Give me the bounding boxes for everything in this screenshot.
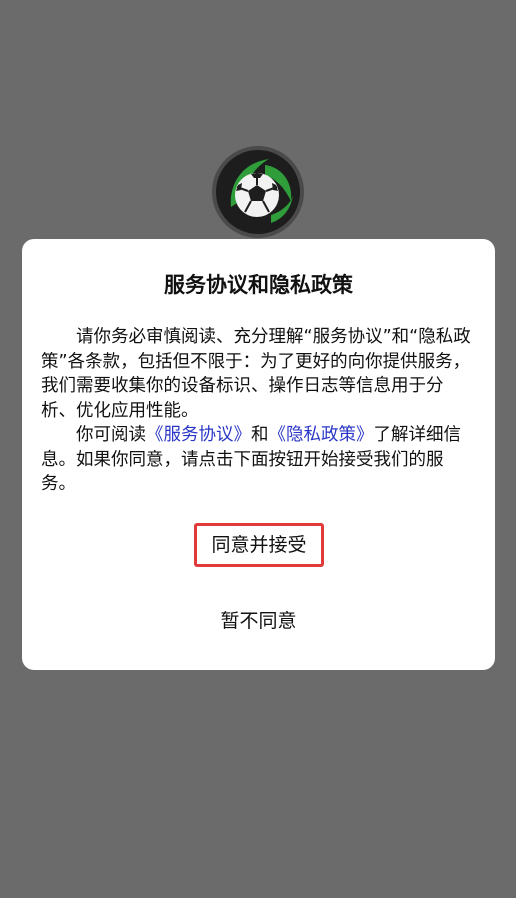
service-agreement-link[interactable]: 《服务协议》 bbox=[146, 425, 251, 445]
privacy-dialog: 服务协议和隐私政策 请你务必审慎阅读、充分理解“服务协议”和“隐私政策”各条款，… bbox=[22, 239, 495, 670]
privacy-policy-link[interactable]: 《隐私政策》 bbox=[269, 425, 374, 445]
soccer-ball-icon bbox=[212, 146, 304, 238]
app-logo bbox=[211, 145, 305, 239]
dialog-paragraph-2: 你可阅读《服务协议》和《隐私政策》了解详细信息。如果你同意，请点击下面按钮开始接… bbox=[41, 423, 477, 497]
paragraph-2-prefix: 你可阅读 bbox=[76, 425, 146, 445]
paragraph-2-middle: 和 bbox=[251, 425, 269, 445]
decline-button[interactable]: 暂不同意 bbox=[22, 603, 495, 639]
dialog-body: 请你务必审慎阅读、充分理解“服务协议”和“隐私政策”各条款，包括但不限于：为了更… bbox=[41, 325, 477, 497]
dialog-title: 服务协议和隐私政策 bbox=[164, 273, 353, 297]
accept-button[interactable]: 同意并接受 bbox=[194, 523, 324, 567]
dialog-paragraph-1: 请你务必审慎阅读、充分理解“服务协议”和“隐私政策”各条款，包括但不限于：为了更… bbox=[41, 327, 471, 421]
